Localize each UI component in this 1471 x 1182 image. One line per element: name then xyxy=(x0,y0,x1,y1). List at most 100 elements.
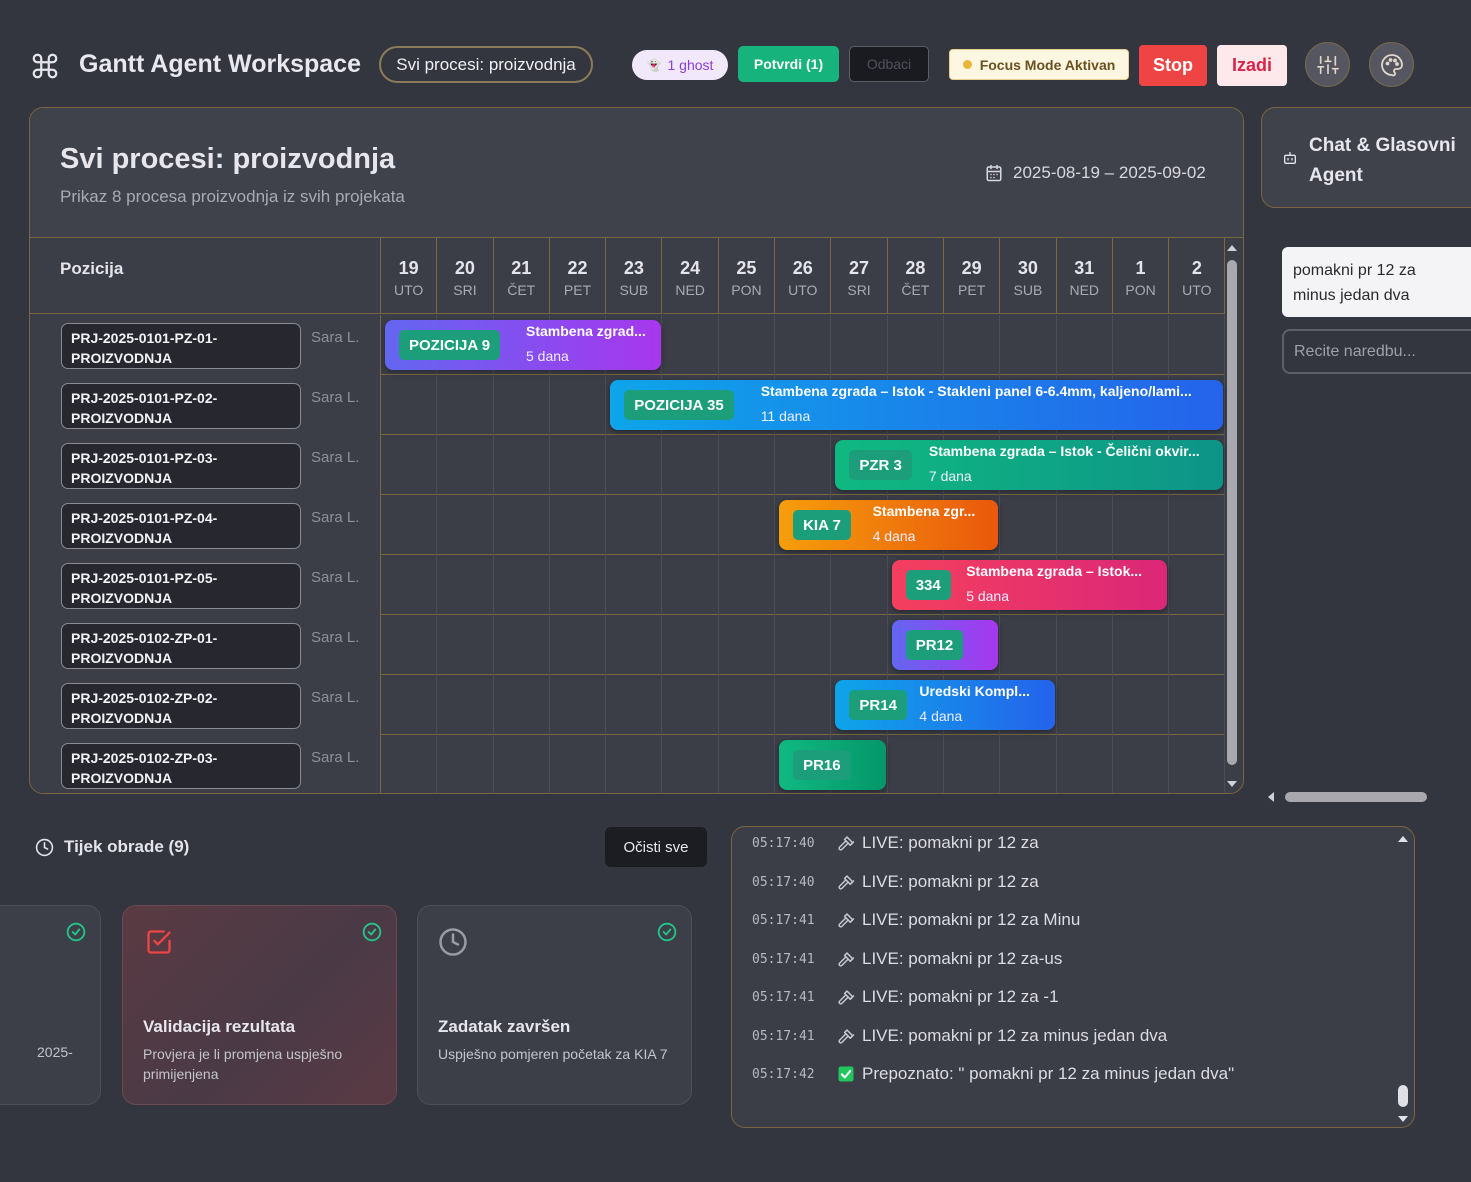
grid-cell[interactable] xyxy=(775,315,832,375)
grid-cell[interactable] xyxy=(775,435,832,495)
grid-cell[interactable] xyxy=(719,315,776,375)
grid-cell[interactable] xyxy=(775,555,832,615)
grid-cell[interactable] xyxy=(1169,315,1226,375)
grid-cell[interactable] xyxy=(1057,735,1113,793)
grid-cell[interactable] xyxy=(663,555,719,615)
grid-cell[interactable] xyxy=(1057,495,1113,555)
task-bar[interactable]: POZICIJA 9 Stambena zgrad... 5 dana xyxy=(385,320,661,370)
history-card[interactable]: 2025- xyxy=(0,905,101,1105)
grid-cell[interactable] xyxy=(437,675,494,735)
grid-cell[interactable] xyxy=(831,315,888,375)
scope-selector[interactable]: Svi procesi: proizvodnja xyxy=(379,46,593,83)
grid-cell[interactable] xyxy=(437,435,494,495)
grid-cell[interactable] xyxy=(606,675,663,735)
grid-cell[interactable] xyxy=(1169,675,1226,735)
grid-cell[interactable] xyxy=(663,315,719,375)
command-input[interactable]: Recite naredbu... xyxy=(1282,329,1471,374)
grid-cell[interactable] xyxy=(944,315,1001,375)
position-code[interactable]: PRJ-2025-0101-PZ-01-PROIZVODNJA xyxy=(61,323,301,369)
history-card[interactable]: Zadatak završen Uspješno pomjeren početa… xyxy=(417,905,692,1105)
task-bar[interactable]: POZICIJA 35 Stambena zgrada – Istok - Sta… xyxy=(610,380,1224,430)
grid-cell[interactable] xyxy=(719,735,776,793)
log-scrollbar[interactable] xyxy=(1396,831,1410,1125)
grid-cell[interactable] xyxy=(550,615,607,675)
grid-cell[interactable] xyxy=(437,375,494,435)
grid-cell[interactable] xyxy=(719,555,776,615)
clear-all-button[interactable]: Očisti sve xyxy=(605,827,707,867)
task-bar[interactable]: 334 Stambena zgrada – Istok... 5 dana xyxy=(891,560,1168,610)
grid-cell[interactable] xyxy=(663,735,719,793)
grid-cell[interactable] xyxy=(381,675,438,735)
grid-cell[interactable] xyxy=(775,675,832,735)
grid-cell[interactable] xyxy=(381,435,438,495)
position-code[interactable]: PRJ-2025-0101-PZ-03-PROIZVODNJA xyxy=(61,443,301,489)
grid-cell[interactable] xyxy=(494,435,550,495)
grid-cell[interactable] xyxy=(1113,735,1170,793)
grid-cell[interactable] xyxy=(1057,675,1113,735)
task-bar[interactable]: PR16 xyxy=(779,740,886,790)
grid-cell[interactable] xyxy=(831,555,888,615)
grid-cell[interactable] xyxy=(494,675,550,735)
position-code[interactable]: PRJ-2025-0101-PZ-04-PROIZVODNJA xyxy=(61,503,301,549)
grid-cell[interactable] xyxy=(663,435,719,495)
grid-cell[interactable] xyxy=(1113,675,1170,735)
grid-cell[interactable] xyxy=(437,495,494,555)
position-code[interactable]: PRJ-2025-0102-ZP-02-PROIZVODNJA xyxy=(61,683,301,729)
grid-cell[interactable] xyxy=(1169,555,1226,615)
grid-cell[interactable] xyxy=(1169,735,1226,793)
confirm-button[interactable]: Potvrdi (1) xyxy=(738,46,839,82)
grid-cell[interactable] xyxy=(663,495,719,555)
grid-cell[interactable] xyxy=(550,495,607,555)
grid-cell[interactable] xyxy=(888,735,944,793)
scrollbar-thumb[interactable] xyxy=(1398,1085,1408,1107)
live-log-panel[interactable]: 05:17:40 LIVE: pomakni pr 12 za 05:17:40 LI… xyxy=(731,826,1415,1128)
grid-cell[interactable] xyxy=(1169,495,1226,555)
grid-cell[interactable] xyxy=(381,615,438,675)
grid-cell[interactable] xyxy=(381,375,438,435)
grid-cell[interactable] xyxy=(1113,495,1170,555)
grid-cell[interactable] xyxy=(1057,315,1113,375)
gantt-vertical-scrollbar[interactable] xyxy=(1224,240,1240,791)
grid-cell[interactable] xyxy=(494,615,550,675)
grid-cell[interactable] xyxy=(550,555,607,615)
grid-cell[interactable] xyxy=(719,435,776,495)
date-range[interactable]: 2025-08-19 – 2025-09-02 xyxy=(985,163,1206,183)
grid-cell[interactable] xyxy=(606,555,663,615)
grid-cell[interactable] xyxy=(663,615,719,675)
grid-cell[interactable] xyxy=(719,495,776,555)
position-code[interactable]: PRJ-2025-0101-PZ-05-PROIZVODNJA xyxy=(61,563,301,609)
grid-cell[interactable] xyxy=(1000,315,1057,375)
grid-cell[interactable] xyxy=(494,735,550,793)
position-code[interactable]: PRJ-2025-0102-ZP-03-PROIZVODNJA xyxy=(61,743,301,789)
grid-cell[interactable] xyxy=(381,495,438,555)
grid-cell[interactable] xyxy=(437,555,494,615)
grid-cell[interactable] xyxy=(1113,315,1170,375)
grid-cell[interactable] xyxy=(494,495,550,555)
grid-cell[interactable] xyxy=(606,495,663,555)
settings-button[interactable] xyxy=(1305,42,1350,87)
grid-cell[interactable] xyxy=(606,435,663,495)
grid-cell[interactable] xyxy=(606,735,663,793)
position-code[interactable]: PRJ-2025-0101-PZ-02-PROIZVODNJA xyxy=(61,383,301,429)
grid-cell[interactable] xyxy=(381,735,438,793)
grid-cell[interactable] xyxy=(550,375,607,435)
grid-cell[interactable] xyxy=(888,315,944,375)
grid-cell[interactable] xyxy=(831,615,888,675)
grid-cell[interactable] xyxy=(719,615,776,675)
grid-cell[interactable] xyxy=(437,615,494,675)
stop-button[interactable]: Stop xyxy=(1139,45,1207,86)
task-bar[interactable]: PR14 Uredski Kompl... 4 dana xyxy=(835,680,1055,730)
grid-cell[interactable] xyxy=(494,555,550,615)
task-bar[interactable]: PR12 xyxy=(891,620,999,670)
grid-cell[interactable] xyxy=(719,675,776,735)
grid-cell[interactable] xyxy=(606,615,663,675)
grid-cell[interactable] xyxy=(1000,615,1057,675)
grid-cell[interactable] xyxy=(550,435,607,495)
reject-button[interactable]: Odbaci xyxy=(849,46,929,82)
theme-button[interactable] xyxy=(1369,42,1414,87)
grid-cell[interactable] xyxy=(381,555,438,615)
grid-cell[interactable] xyxy=(550,675,607,735)
grid-cell[interactable] xyxy=(663,675,719,735)
grid-cell[interactable] xyxy=(1169,615,1226,675)
grid-cell[interactable] xyxy=(944,735,1001,793)
